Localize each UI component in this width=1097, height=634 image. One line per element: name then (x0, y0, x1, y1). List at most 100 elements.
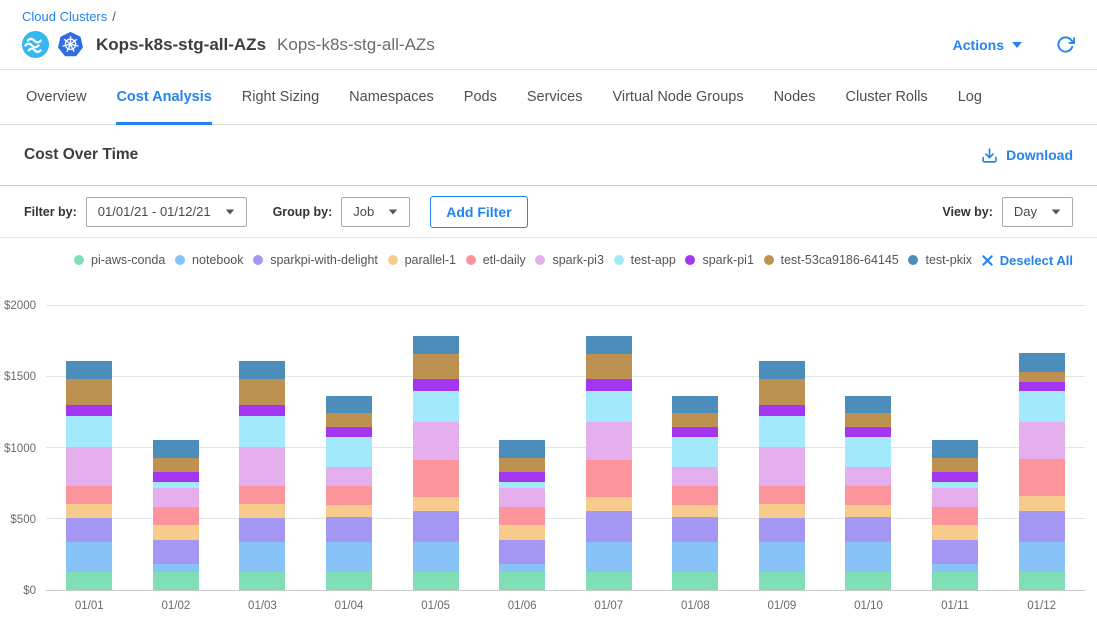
bar-segment-spark-pi1[interactable] (153, 472, 199, 482)
bar-segment-test-53ca9186-64145[interactable] (932, 458, 978, 472)
bar-segment-test-app[interactable] (1019, 391, 1065, 422)
bar-01/05[interactable] (413, 306, 459, 590)
bar-segment-test-pkix[interactable] (759, 361, 805, 378)
bar-01/10[interactable] (845, 306, 891, 590)
bar-segment-pi-aws-conda[interactable] (672, 572, 718, 590)
bar-segment-spark-pi1[interactable] (586, 379, 632, 391)
bar-segment-test-53ca9186-64145[interactable] (845, 413, 891, 427)
legend-item-test-53ca9186-64145[interactable]: test-53ca9186-64145 (764, 253, 899, 267)
bar-segment-sparkpi-with-delight[interactable] (759, 518, 805, 542)
bar-segment-sparkpi-with-delight[interactable] (932, 540, 978, 564)
bar-01/08[interactable] (672, 306, 718, 590)
bar-01/02[interactable] (153, 306, 199, 590)
bar-segment-etl-daily[interactable] (586, 460, 632, 497)
bar-segment-spark-pi1[interactable] (759, 405, 805, 416)
bar-segment-pi-aws-conda[interactable] (153, 572, 199, 590)
tab-cluster-rolls[interactable]: Cluster Rolls (846, 70, 928, 124)
bar-segment-notebook[interactable] (586, 542, 632, 571)
bar-segment-spark-pi3[interactable] (759, 447, 805, 485)
bar-segment-etl-daily[interactable] (932, 507, 978, 525)
bar-segment-test-53ca9186-64145[interactable] (153, 458, 199, 472)
bar-segment-sparkpi-with-delight[interactable] (1019, 511, 1065, 542)
bar-segment-pi-aws-conda[interactable] (759, 572, 805, 590)
tab-namespaces[interactable]: Namespaces (349, 70, 434, 124)
bar-segment-pi-aws-conda[interactable] (586, 572, 632, 590)
tab-nodes[interactable]: Nodes (774, 70, 816, 124)
bar-segment-notebook[interactable] (759, 542, 805, 571)
download-button[interactable]: Download (981, 147, 1073, 164)
bar-segment-test-app[interactable] (586, 391, 632, 422)
bar-01/09[interactable] (759, 306, 805, 590)
bar-segment-test-app[interactable] (326, 437, 372, 468)
bar-segment-test-53ca9186-64145[interactable] (1019, 372, 1065, 382)
bar-segment-test-pkix[interactable] (239, 361, 285, 378)
bar-segment-pi-aws-conda[interactable] (499, 572, 545, 590)
bar-segment-pi-aws-conda[interactable] (413, 572, 459, 590)
legend-item-test-pkix[interactable]: test-pkix (908, 253, 972, 267)
legend-item-parallel-1[interactable]: parallel-1 (388, 253, 456, 267)
add-filter-button[interactable]: Add Filter (430, 196, 527, 228)
bar-segment-spark-pi1[interactable] (66, 405, 112, 416)
bar-segment-spark-pi3[interactable] (326, 467, 372, 486)
bar-segment-sparkpi-with-delight[interactable] (672, 517, 718, 543)
tab-overview[interactable]: Overview (26, 70, 86, 124)
bar-segment-sparkpi-with-delight[interactable] (239, 518, 285, 542)
tab-cost-analysis[interactable]: Cost Analysis (116, 70, 211, 124)
bar-segment-notebook[interactable] (326, 542, 372, 571)
bar-segment-sparkpi-with-delight[interactable] (845, 517, 891, 543)
bar-segment-etl-daily[interactable] (499, 507, 545, 525)
bar-segment-test-app[interactable] (66, 416, 112, 447)
bar-segment-spark-pi3[interactable] (153, 488, 199, 507)
tab-right-sizing[interactable]: Right Sizing (242, 70, 319, 124)
bar-segment-test-53ca9186-64145[interactable] (66, 379, 112, 406)
bar-segment-test-app[interactable] (672, 437, 718, 468)
bar-segment-sparkpi-with-delight[interactable] (66, 518, 112, 542)
bar-segment-spark-pi3[interactable] (499, 488, 545, 507)
bar-segment-spark-pi1[interactable] (845, 427, 891, 436)
bar-segment-test-pkix[interactable] (326, 396, 372, 414)
bar-segment-spark-pi1[interactable] (672, 427, 718, 436)
bar-segment-test-pkix[interactable] (66, 361, 112, 378)
bar-segment-pi-aws-conda[interactable] (1019, 572, 1065, 590)
bar-segment-notebook[interactable] (499, 564, 545, 572)
bar-segment-parallel-1[interactable] (499, 525, 545, 540)
bar-segment-etl-daily[interactable] (845, 486, 891, 504)
breadcrumb-link-cloud-clusters[interactable]: Cloud Clusters (22, 9, 107, 24)
bar-segment-spark-pi1[interactable] (239, 405, 285, 416)
bar-segment-parallel-1[interactable] (932, 525, 978, 540)
bar-segment-notebook[interactable] (413, 542, 459, 571)
bar-segment-notebook[interactable] (932, 564, 978, 572)
deselect-all-button[interactable]: Deselect All (982, 253, 1073, 268)
bar-segment-notebook[interactable] (153, 564, 199, 572)
bar-segment-spark-pi1[interactable] (413, 379, 459, 391)
bar-01/03[interactable] (239, 306, 285, 590)
bar-segment-test-pkix[interactable] (1019, 353, 1065, 372)
refresh-icon[interactable] (1056, 35, 1075, 54)
date-range-select[interactable]: 01/01/21 - 01/12/21 (86, 197, 247, 227)
bar-segment-sparkpi-with-delight[interactable] (586, 511, 632, 542)
bar-segment-test-pkix[interactable] (499, 440, 545, 458)
legend-item-etl-daily[interactable]: etl-daily (466, 253, 526, 267)
bar-segment-test-53ca9186-64145[interactable] (413, 354, 459, 379)
bar-01/12[interactable] (1019, 306, 1065, 590)
bar-segment-test-pkix[interactable] (153, 440, 199, 458)
bar-segment-spark-pi3[interactable] (413, 422, 459, 460)
bar-segment-spark-pi1[interactable] (499, 472, 545, 482)
bar-segment-test-pkix[interactable] (672, 396, 718, 414)
bar-01/06[interactable] (499, 306, 545, 590)
bar-segment-test-app[interactable] (845, 437, 891, 468)
bar-01/07[interactable] (586, 306, 632, 590)
bar-01/11[interactable] (932, 306, 978, 590)
bar-segment-test-app[interactable] (759, 416, 805, 447)
bar-segment-test-app[interactable] (413, 391, 459, 422)
bar-segment-spark-pi1[interactable] (1019, 382, 1065, 391)
group-by-select[interactable]: Job (341, 197, 410, 227)
bar-segment-test-53ca9186-64145[interactable] (326, 413, 372, 427)
bar-segment-etl-daily[interactable] (153, 507, 199, 525)
bar-segment-parallel-1[interactable] (1019, 496, 1065, 511)
bar-segment-test-pkix[interactable] (413, 336, 459, 354)
bar-segment-spark-pi3[interactable] (932, 488, 978, 507)
legend-item-sparkpi-with-delight[interactable]: sparkpi-with-delight (253, 253, 378, 267)
bar-01/04[interactable] (326, 306, 372, 590)
bar-segment-test-53ca9186-64145[interactable] (586, 354, 632, 379)
